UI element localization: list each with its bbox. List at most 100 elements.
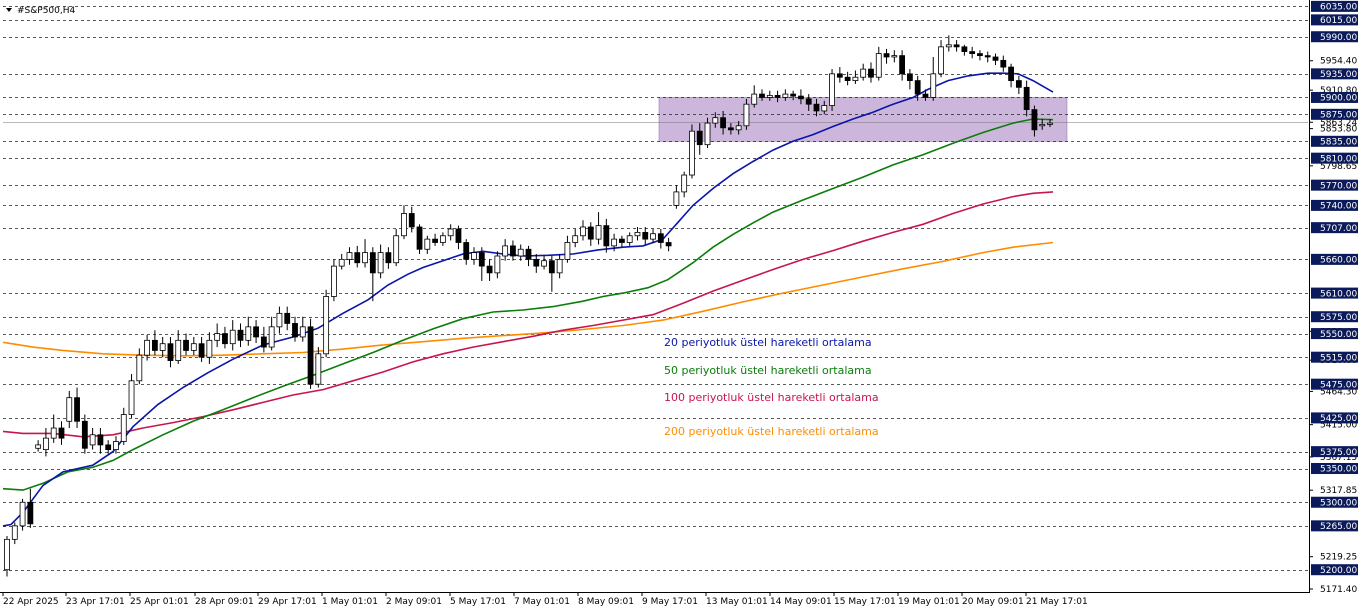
level-label: 5350.00 bbox=[1320, 465, 1357, 475]
level-label: 5900.00 bbox=[1320, 94, 1357, 104]
time-tick-label: 1 May 01:01 bbox=[322, 597, 378, 607]
candle-body bbox=[237, 329, 244, 341]
candle bbox=[120, 407, 127, 445]
chevron-down-icon bbox=[6, 8, 12, 12]
candle-body bbox=[4, 538, 10, 571]
candle bbox=[914, 75, 921, 101]
candle-body bbox=[712, 117, 719, 124]
time-tick-label: 5 May 17:01 bbox=[450, 597, 506, 607]
candle-body bbox=[338, 258, 345, 267]
candle bbox=[206, 332, 213, 364]
candle bbox=[860, 63, 867, 81]
candle-body bbox=[1008, 66, 1014, 81]
candle-body bbox=[798, 95, 804, 100]
candle-body bbox=[27, 501, 34, 525]
candle bbox=[891, 50, 898, 63]
candle-body bbox=[813, 103, 820, 112]
candle bbox=[969, 46, 976, 59]
candle bbox=[307, 318, 314, 389]
candle-body bbox=[74, 397, 80, 422]
candle-body bbox=[751, 93, 758, 105]
candle-body bbox=[945, 44, 952, 48]
time-tick-label: 14 May 09:01 bbox=[770, 597, 832, 607]
level-label: 6035.00 bbox=[1320, 3, 1357, 13]
candle-body bbox=[206, 339, 213, 358]
candle bbox=[338, 253, 345, 270]
candle bbox=[377, 244, 384, 279]
candle-body bbox=[681, 174, 688, 193]
candle bbox=[447, 224, 454, 241]
candle bbox=[1000, 55, 1007, 72]
candle bbox=[105, 440, 112, 454]
candle bbox=[548, 255, 555, 292]
candle-body bbox=[891, 55, 898, 58]
candle-body bbox=[471, 252, 477, 260]
candle-body bbox=[650, 233, 656, 240]
candle-body bbox=[315, 353, 322, 385]
candle bbox=[961, 44, 968, 56]
level-label: 5707.00 bbox=[1320, 224, 1357, 234]
candle-body bbox=[385, 252, 392, 264]
candle bbox=[977, 50, 983, 61]
candle bbox=[89, 428, 96, 450]
candle-body bbox=[860, 68, 867, 78]
time-tick-label: 23 Apr 17:01 bbox=[66, 597, 125, 607]
candle-body bbox=[533, 258, 540, 267]
candle-body bbox=[245, 326, 252, 341]
candle-body bbox=[766, 95, 773, 98]
time-tick-label: 28 Apr 09:01 bbox=[195, 597, 254, 607]
candle-body bbox=[50, 427, 57, 439]
candle-body bbox=[510, 245, 516, 257]
candle-body bbox=[377, 252, 384, 274]
candle-body bbox=[1023, 86, 1030, 110]
candle-body bbox=[938, 46, 944, 75]
candle bbox=[253, 320, 259, 344]
candle-body bbox=[619, 238, 625, 243]
candle bbox=[416, 224, 423, 254]
candle-body bbox=[151, 339, 158, 351]
candle bbox=[883, 48, 890, 64]
candle-body bbox=[634, 231, 641, 237]
candle bbox=[222, 326, 228, 349]
candle bbox=[619, 235, 625, 248]
candle bbox=[144, 334, 151, 361]
candle bbox=[214, 323, 221, 348]
candle-body bbox=[1031, 109, 1038, 131]
candle-body bbox=[790, 93, 797, 97]
candle-body bbox=[587, 226, 594, 240]
axis-layer: 5954.405910.805863.245853.805798.655553.… bbox=[0, 0, 1358, 607]
candle bbox=[844, 71, 851, 86]
candle-body bbox=[977, 53, 983, 57]
candle-body bbox=[541, 260, 547, 267]
candle-body bbox=[805, 98, 812, 105]
candle bbox=[346, 247, 353, 265]
candle-body bbox=[43, 437, 49, 451]
candle-body bbox=[276, 312, 283, 328]
candle-body bbox=[992, 56, 999, 61]
candle-body bbox=[408, 213, 415, 228]
price-chart[interactable]: 5954.405910.805863.245853.805798.655553.… bbox=[0, 0, 1362, 611]
candle-body bbox=[720, 117, 726, 129]
candle bbox=[595, 212, 602, 245]
candle bbox=[580, 220, 586, 241]
candle bbox=[751, 85, 758, 108]
candle-body bbox=[416, 226, 423, 250]
candle bbox=[151, 330, 158, 356]
candle-body bbox=[105, 444, 112, 451]
candle-body bbox=[821, 105, 828, 112]
candle-body bbox=[35, 444, 42, 449]
candle bbox=[190, 336, 197, 356]
candle-body bbox=[852, 76, 859, 81]
candle bbox=[198, 336, 205, 362]
candle bbox=[245, 316, 252, 346]
candle-body bbox=[299, 326, 306, 338]
candle-body bbox=[268, 326, 275, 348]
candle bbox=[315, 347, 322, 388]
candle bbox=[642, 226, 649, 245]
candle bbox=[665, 237, 672, 252]
level-label: 5425.00 bbox=[1320, 414, 1357, 424]
level-label: 5835.00 bbox=[1320, 138, 1357, 148]
candle-body bbox=[222, 333, 228, 345]
candle-body bbox=[595, 225, 602, 240]
time-tick-label: 13 May 01:01 bbox=[706, 597, 768, 607]
